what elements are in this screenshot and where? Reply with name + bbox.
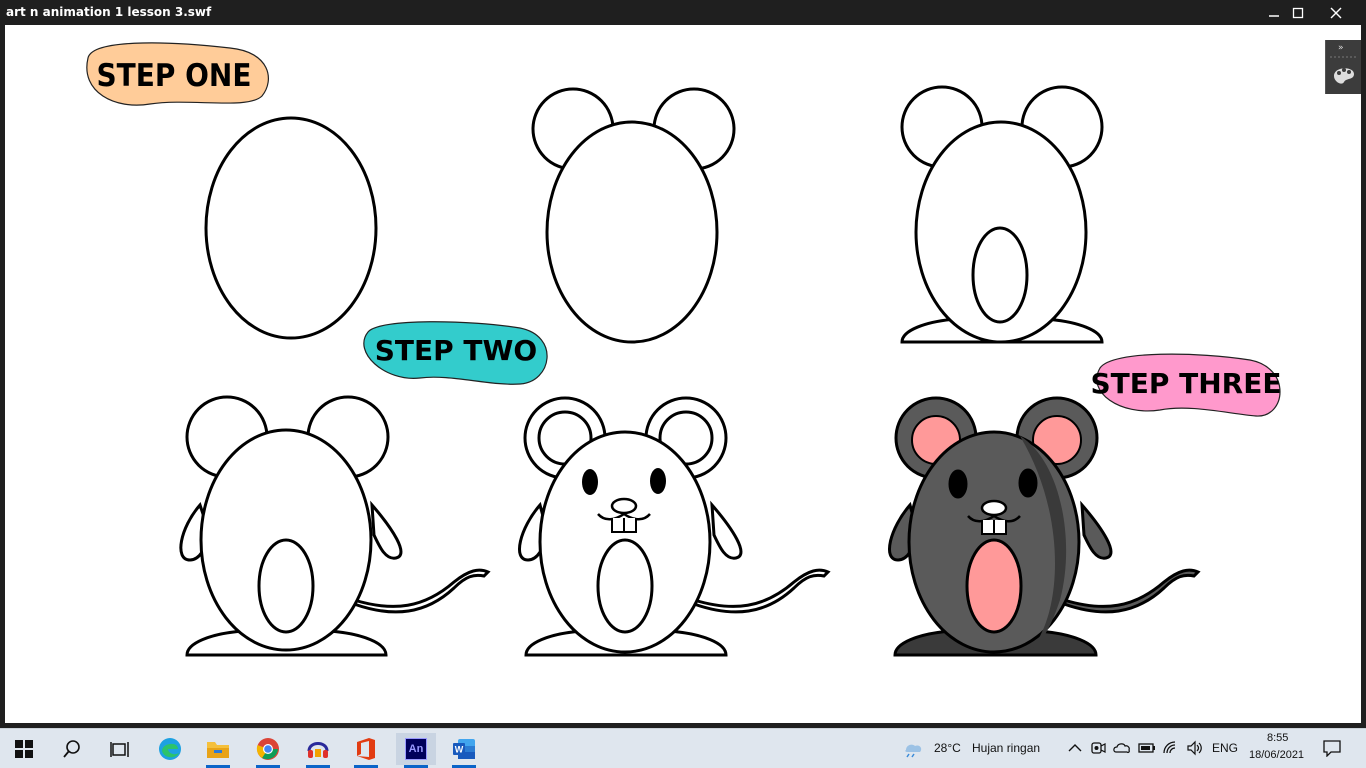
office-icon <box>357 738 375 760</box>
audio-app-button[interactable] <box>298 733 338 768</box>
minimize-icon <box>1269 14 1279 17</box>
weather-temperature[interactable]: 28°C <box>934 741 961 755</box>
windows-start-icon <box>15 740 33 758</box>
volume-icon[interactable] <box>1186 740 1204 756</box>
drawing-canvas: STEP ONE STEP TWO STEP THREE <box>86 42 1282 657</box>
svg-text:»: » <box>1338 43 1344 53</box>
word-icon: W <box>453 739 475 759</box>
audio-app-icon <box>307 742 329 758</box>
edge-icon <box>159 738 181 760</box>
banner-step-one: STEP ONE <box>86 42 269 106</box>
banner-step-two-label: STEP TWO <box>375 334 537 367</box>
close-icon <box>1330 7 1342 18</box>
office-button[interactable] <box>346 733 386 768</box>
language-indicator[interactable]: ENG <box>1212 741 1238 755</box>
clock-date[interactable]: 18/06/2021 <box>1249 749 1304 761</box>
step1-body-oval <box>204 116 378 340</box>
wifi-icon[interactable] <box>1162 740 1180 756</box>
task-view-icon <box>110 742 129 757</box>
step2-mouse-arms-tail <box>179 395 490 657</box>
weather-condition[interactable]: Hujan ringan <box>972 741 1040 755</box>
animate-icon: An <box>405 738 427 760</box>
maximize-icon <box>1292 7 1304 18</box>
battery-icon[interactable] <box>1138 742 1156 754</box>
step3-colored-mouse <box>888 396 1200 657</box>
clock-time[interactable]: 8:55 <box>1267 732 1288 744</box>
step3-mouse-face <box>518 396 830 657</box>
step2-mouse-belly <box>900 85 1104 344</box>
palette-icon: » <box>1330 43 1358 84</box>
task-view-button[interactable] <box>100 733 140 765</box>
window-title: art n animation 1 lesson 3.swf <box>6 5 212 19</box>
word-button[interactable]: W <box>444 733 484 768</box>
chrome-button[interactable] <box>248 733 288 768</box>
maximize-button[interactable] <box>1280 0 1316 25</box>
search-button[interactable] <box>52 733 92 765</box>
chevron-up-icon[interactable] <box>1068 742 1082 754</box>
swf-stage: STEP ONE STEP TWO STEP THREE <box>5 25 1361 723</box>
collapsed-panel[interactable]: » <box>1325 40 1361 94</box>
banner-step-one-label: STEP ONE <box>97 58 252 94</box>
banner-step-three: STEP THREE <box>1090 353 1282 417</box>
chrome-icon <box>256 738 279 760</box>
svg-text:W: W <box>455 745 464 755</box>
taskbar: An W 28°C Hujan ringan ENG 8:55 18/06/20… <box>0 728 1366 768</box>
file-explorer-icon <box>207 742 229 758</box>
meet-now-icon[interactable] <box>1090 740 1106 756</box>
onedrive-icon[interactable] <box>1113 741 1131 755</box>
banner-step-three-label: STEP THREE <box>1090 367 1281 400</box>
close-button[interactable] <box>1316 0 1356 25</box>
animate-button[interactable]: An <box>396 733 436 768</box>
step1-mouse-ears <box>531 87 736 344</box>
window-titlebar: art n animation 1 lesson 3.swf <box>0 0 1366 25</box>
banner-step-two: STEP TWO <box>363 321 548 385</box>
weather-icon[interactable] <box>902 740 924 758</box>
file-explorer-button[interactable] <box>198 733 238 768</box>
windows-start-button[interactable] <box>4 733 44 765</box>
notifications-icon[interactable] <box>1322 739 1342 757</box>
edge-button[interactable] <box>150 733 190 765</box>
search-icon <box>63 740 80 758</box>
